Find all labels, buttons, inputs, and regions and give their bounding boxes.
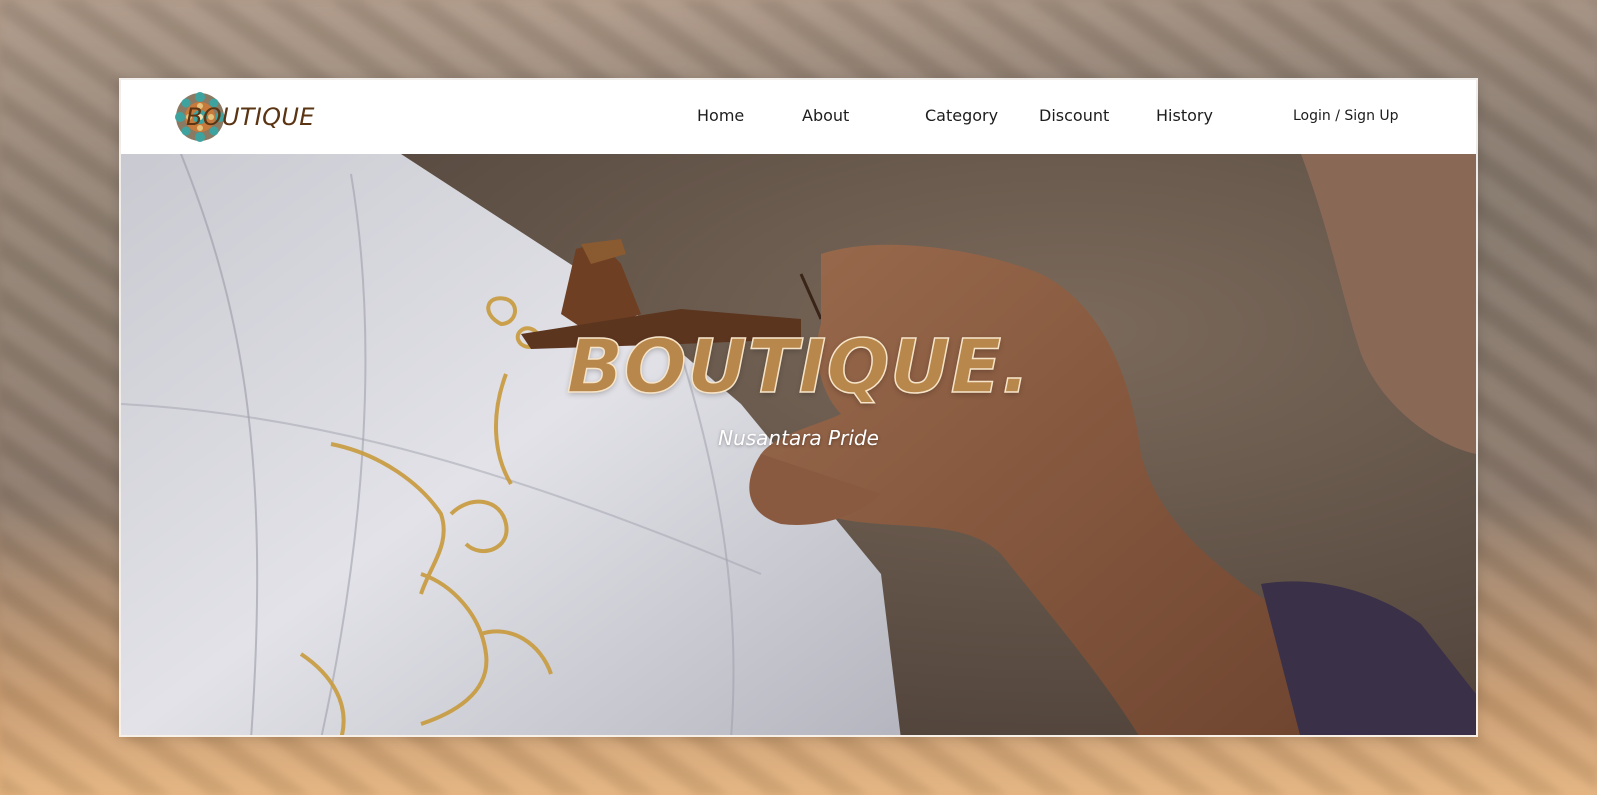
auth-separator: / xyxy=(1330,108,1345,124)
nav-category[interactable]: Category xyxy=(925,106,998,125)
signup-link[interactable]: Sign Up xyxy=(1344,108,1398,124)
hero-title: BOUTIQUE. xyxy=(566,323,1031,411)
navbar: BOUTIQUE Home About Category Discount Hi… xyxy=(121,80,1476,154)
auth-links: Login / Sign Up xyxy=(1293,108,1399,124)
nav-about[interactable]: About xyxy=(802,106,849,125)
nav-history[interactable]: History xyxy=(1156,106,1213,125)
login-link[interactable]: Login xyxy=(1293,108,1331,124)
brand-name: BOUTIQUE xyxy=(186,103,315,131)
brand-logo[interactable]: BOUTIQUE xyxy=(174,90,315,144)
hero-banner: BOUTIQUE. Nusantara Pride xyxy=(121,154,1476,735)
site-frame: BOUTIQUE Home About Category Discount Hi… xyxy=(119,78,1478,737)
nav-discount[interactable]: Discount xyxy=(1039,106,1109,125)
hero-subtitle: Nusantara Pride xyxy=(718,426,879,450)
nav-home[interactable]: Home xyxy=(697,106,744,125)
